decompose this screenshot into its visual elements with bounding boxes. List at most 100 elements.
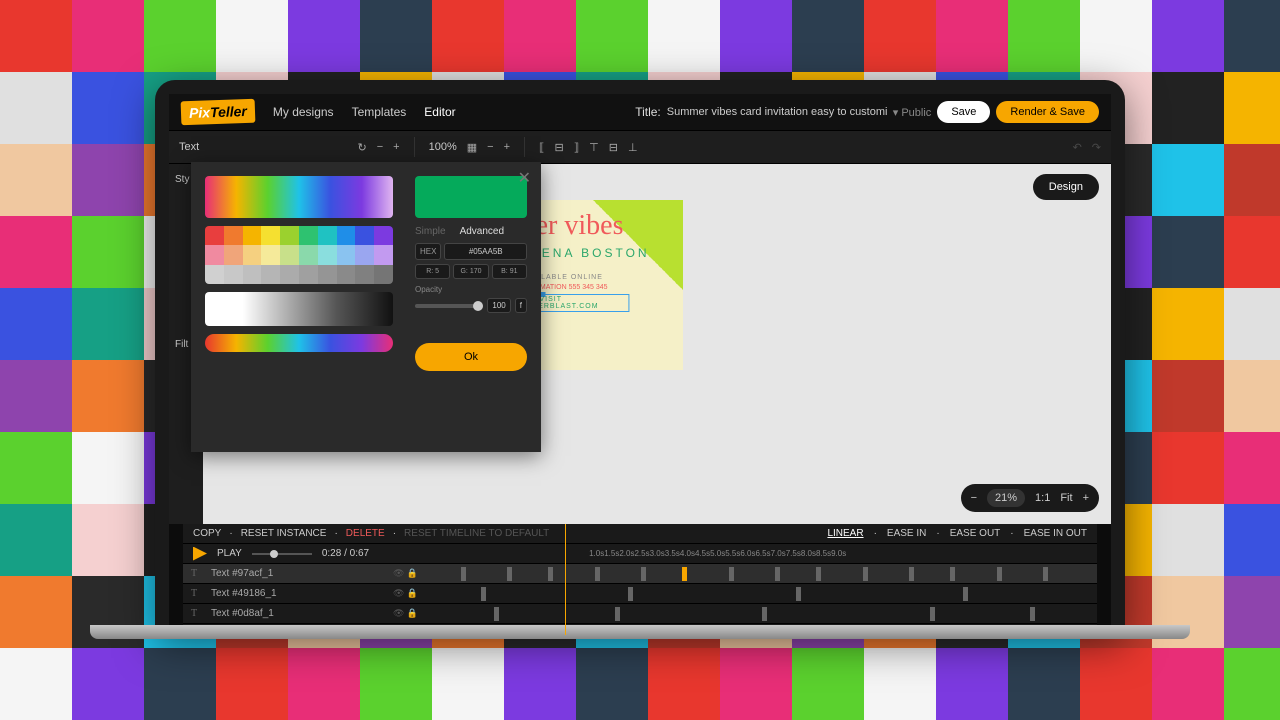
track-lane[interactable] [427,604,1097,623]
palette-swatch[interactable] [374,226,393,245]
keyframe[interactable] [997,567,1002,581]
palette-swatch[interactable] [261,226,280,245]
nav-my-designs[interactable]: My designs [273,105,334,119]
design-mode-button[interactable]: Design [1033,174,1099,200]
redo-icon[interactable]: ↷ [1092,141,1101,154]
align-bottom-icon[interactable]: ⊥ [628,141,638,154]
track-visibility-lock[interactable]: 👁 🔒 [393,568,427,579]
zoom-out-icon[interactable]: − [487,141,493,153]
keyframe[interactable] [595,567,600,581]
palette-swatch[interactable] [318,265,337,284]
visibility-dropdown[interactable]: ▾ Public [893,106,932,119]
align-middle-icon[interactable]: ⊟ [609,141,618,154]
keyframe[interactable] [930,607,935,621]
zoom-in-button[interactable]: + [1083,492,1089,504]
b-input[interactable]: B: 91 [492,264,527,279]
keyframe[interactable] [494,607,499,621]
track-visibility-lock[interactable]: 👁 🔒 [393,608,427,619]
keyframe[interactable] [909,567,914,581]
zoom-out-button[interactable]: − [971,492,977,504]
track-row[interactable]: Text #97acf_1👁 🔒 [183,564,1097,584]
minus-icon[interactable]: − [377,141,383,153]
keyframe[interactable] [816,567,821,581]
palette-swatch[interactable] [205,226,224,245]
align-top-icon[interactable]: ⊤ [589,141,599,154]
close-icon[interactable]: ✕ [518,168,531,188]
keyframe[interactable] [775,567,780,581]
play-scrubber[interactable] [252,553,312,555]
r-input[interactable]: R: 5 [415,264,450,279]
zoom-percent[interactable]: 21% [987,489,1025,507]
palette-preset-strip[interactable] [205,176,393,218]
palette-swatch[interactable] [337,245,356,264]
palette-swatch[interactable] [318,245,337,264]
palette-swatch[interactable] [205,245,224,264]
timeline-delete[interactable]: DELETE [346,528,385,539]
easing-ease-out[interactable]: EASE OUT [950,528,1001,539]
tab-simple[interactable]: Simple [415,226,446,237]
align-left-icon[interactable]: ⟦ [539,141,544,154]
render-save-button[interactable]: Render & Save [996,101,1099,123]
tab-advanced[interactable]: Advanced [460,226,504,237]
palette-swatch[interactable] [224,226,243,245]
sidebar-text[interactable]: Text [179,141,199,153]
palette-swatch[interactable] [243,226,262,245]
palette-swatch[interactable] [374,245,393,264]
keyframe[interactable] [1043,567,1048,581]
easing-ease-in-out[interactable]: EASE IN OUT [1024,528,1087,539]
keyframe[interactable] [762,607,767,621]
rotate-icon[interactable]: ↻ [358,141,367,154]
palette-grid[interactable] [205,226,393,284]
track-visibility-lock[interactable]: 👁 🔒 [393,588,427,599]
keyframe[interactable] [628,587,633,601]
zoom-11-button[interactable]: 1:1 [1035,492,1050,504]
rainbow-strip[interactable] [205,334,393,352]
track-row[interactable]: Text #0d8af_1👁 🔒 [183,604,1097,624]
palette-swatch[interactable] [261,265,280,284]
palette-swatch[interactable] [355,245,374,264]
align-center-icon[interactable]: ⊟ [554,141,563,154]
easing-linear[interactable]: LINEAR [827,528,863,539]
nav-editor[interactable]: Editor [424,105,455,119]
palette-swatch[interactable] [280,245,299,264]
plus-icon[interactable]: + [393,141,399,153]
palette-swatch[interactable] [299,226,318,245]
playhead[interactable] [565,524,566,635]
palette-swatch[interactable] [243,265,262,284]
palette-swatch[interactable] [299,245,318,264]
palette-swatch[interactable] [374,265,393,284]
palette-swatch[interactable] [337,265,356,284]
g-input[interactable]: G: 170 [453,264,488,279]
zoom-in-icon[interactable]: + [504,141,510,153]
keyframe[interactable] [461,567,466,581]
undo-icon[interactable]: ↶ [1073,141,1082,154]
palette-swatch[interactable] [280,226,299,245]
palette-swatch[interactable] [224,245,243,264]
save-button[interactable]: Save [937,101,990,123]
hex-input[interactable]: #05AA5B [444,243,527,260]
keyframe[interactable] [481,587,486,601]
opacity-input[interactable]: 100 [487,298,510,313]
timeline-copy[interactable]: COPY [193,528,221,539]
track-lane[interactable] [427,584,1097,603]
easing-ease-in[interactable]: EASE IN [887,528,926,539]
track-row[interactable]: Text #49186_1👁 🔒 [183,584,1097,604]
grayscale-strip[interactable] [205,292,393,326]
palette-swatch[interactable] [261,245,280,264]
ok-button[interactable]: Ok [415,343,527,371]
palette-swatch[interactable] [205,265,224,284]
keyframe[interactable] [729,567,734,581]
palette-swatch[interactable] [318,226,337,245]
keyframe[interactable] [796,587,801,601]
keyframe[interactable] [507,567,512,581]
palette-swatch[interactable] [355,226,374,245]
align-right-icon[interactable]: ⟧ [574,141,579,154]
opacity-slider[interactable] [415,304,483,308]
palette-swatch[interactable] [243,245,262,264]
zoom-fit-button[interactable]: Fit [1060,492,1072,504]
palette-swatch[interactable] [224,265,243,284]
keyframe[interactable] [682,567,687,581]
timeline-ruler[interactable]: 1.0s1.5s2.0s2.5s3.0s3.5s4.0s4.5s5.0s5.5s… [589,547,846,561]
timeline-reset-instance[interactable]: RESET INSTANCE [241,528,327,539]
palette-swatch[interactable] [337,226,356,245]
